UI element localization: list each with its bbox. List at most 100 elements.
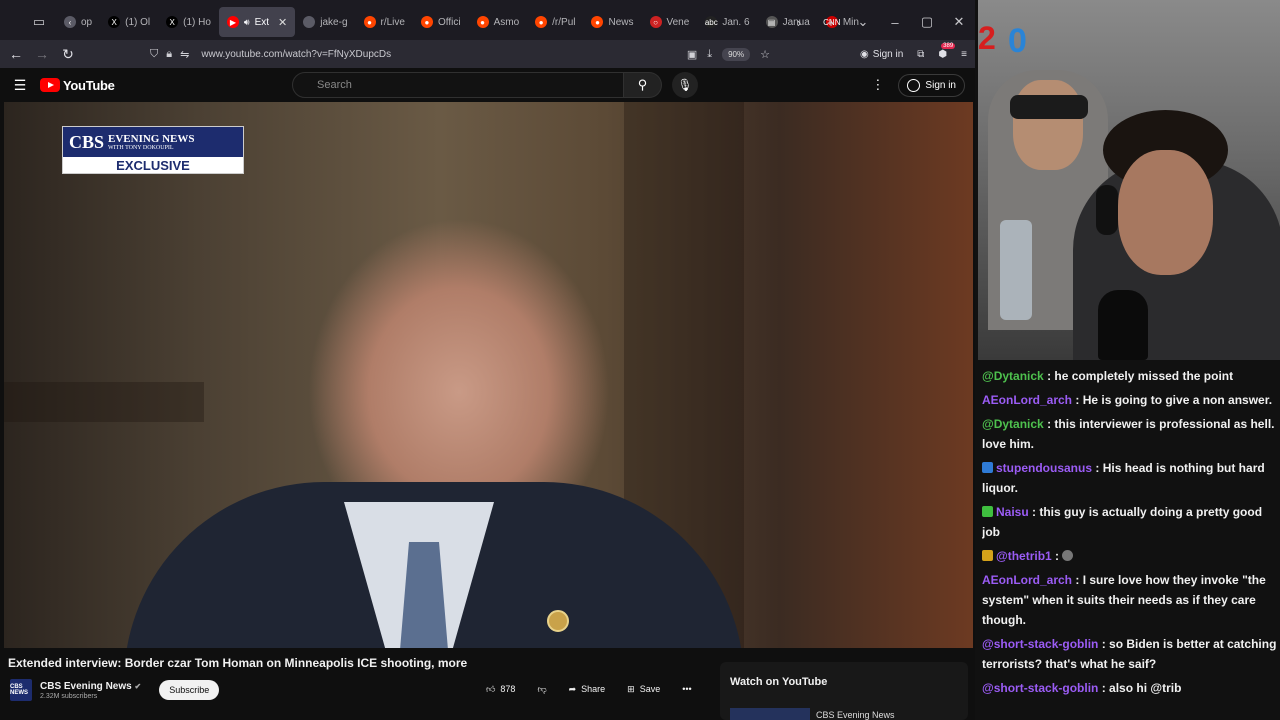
chat-username[interactable]: @thetrib1 (996, 549, 1052, 563)
cbs-exclusive-label: EXCLUSIVE (116, 158, 190, 173)
extensions-icon[interactable]: ⧉ (917, 49, 924, 60)
channel-name-text: CBS Evening News (40, 680, 132, 692)
browser-tab[interactable]: X (1) Ho (158, 7, 219, 37)
youtube-signin-button[interactable]: Sign in (898, 73, 965, 97)
close-window-icon[interactable]: ✕ (943, 14, 975, 30)
tab-favicon-icon: abc (704, 16, 718, 28)
chat-username[interactable]: @short-stack-goblin (982, 637, 1098, 651)
browser-tab[interactable]: ‹ op (56, 7, 100, 37)
bookmark-star-icon[interactable]: ☆ (760, 48, 770, 61)
browser-tab[interactable]: ● News (583, 7, 641, 37)
search-input[interactable] (292, 72, 624, 98)
chat-message: @Dytanick : he completely missed the poi… (982, 366, 1280, 386)
maximize-icon[interactable]: ▢ (911, 14, 943, 30)
permissions-icon[interactable]: ⇋ (180, 48, 189, 61)
channel-row: CBS NEWS CBS Evening News ✔ 2.32M subscr… (10, 678, 220, 702)
app-menu-icon[interactable]: ≡ (961, 49, 967, 60)
chat-username[interactable]: stupendousanus (996, 461, 1092, 475)
tab-close-icon[interactable]: ✕ (278, 16, 287, 29)
settings-menu-icon[interactable]: ⋮ (871, 77, 884, 93)
tab-label: op (81, 16, 93, 28)
tab-favicon-icon: ▤ (765, 16, 778, 28)
chat-separator: : (1028, 505, 1040, 519)
browser-tab[interactable]: ○ Vene (642, 7, 698, 37)
watch-on-youtube-panel[interactable]: Watch on YouTube CBS Evening News (720, 662, 968, 720)
cbs-brand: CBS (69, 131, 105, 152)
shield-icon[interactable]: ⛉ (150, 48, 158, 61)
save-button[interactable]: ⊞ Save (621, 678, 666, 700)
channel-name[interactable]: CBS Evening News ✔ (40, 681, 141, 692)
tab-overview-icon[interactable]: ▭ (28, 11, 50, 33)
guide-menu-icon[interactable]: ☰ (0, 77, 40, 94)
new-tab-icon[interactable]: + (815, 15, 847, 30)
youtube-logo[interactable]: YouTube (40, 78, 115, 93)
chat-username[interactable]: AEonLord_arch (982, 573, 1072, 587)
chat-separator: : (1092, 461, 1103, 475)
browser-tab[interactable]: ● Offici (413, 7, 469, 37)
reload-icon[interactable]: ↻ (55, 46, 81, 63)
tab-list-icon[interactable]: ⌄ (847, 14, 879, 30)
chat-username[interactable]: @Dytanick (982, 417, 1044, 431)
address-bar-actions: ▣ ⤓ 90% ☆ (687, 42, 770, 66)
search-button[interactable]: ⚲ (624, 72, 662, 98)
chat-username[interactable]: AEonLord_arch (982, 393, 1072, 407)
subscribe-button[interactable]: Subscribe (159, 680, 220, 700)
video-player[interactable]: CBS EVENING NEWS WITH TONY DOKOUPIL EXCL… (4, 102, 973, 648)
extension-badge-icon[interactable]: ⬢ 389 (938, 42, 956, 60)
browser-tab[interactable]: ● Asmo (469, 7, 528, 37)
tab-favicon-icon: ● (363, 16, 376, 28)
browser-tab[interactable]: jake-g (295, 7, 355, 37)
zoom-level[interactable]: 90% (722, 47, 751, 61)
picture-in-picture-icon[interactable]: ▣ (687, 48, 697, 61)
navigation-bar: ← → ↻ ⛉ 🔒︎ ⇋ www.youtube.com/watch?v=FfN… (0, 40, 975, 68)
voice-search-button[interactable]: 🎙︎ (672, 72, 698, 98)
browser-signin-button[interactable]: ◉ Sign in (860, 49, 903, 60)
watch-item-title[interactable]: CBS Evening News (816, 710, 895, 720)
dislike-button[interactable]: 👎︎ (531, 678, 552, 700)
minimize-icon[interactable]: – (879, 15, 911, 30)
url-text[interactable]: www.youtube.com/watch?v=FfNyXDupcDs (201, 49, 391, 60)
share-button[interactable]: ➦ Share (563, 678, 612, 700)
chat-separator: : (1072, 393, 1083, 407)
tabs-scroll-right-icon[interactable]: › (783, 15, 815, 30)
search-box: ⚲ (292, 72, 662, 98)
chat-separator: : (1098, 637, 1110, 651)
chat-username[interactable]: @Dytanick (982, 369, 1044, 383)
cbs-overlay-top: CBS EVENING NEWS WITH TONY DOKOUPIL (63, 127, 243, 157)
browser-tab[interactable]: ● /r/Pul (527, 7, 583, 37)
chat-text: he completely missed the point (1054, 369, 1234, 383)
tab-label: Offici (437, 16, 461, 28)
cam-goggles (1010, 95, 1088, 119)
youtube-header-right: ⋮ Sign in (871, 72, 965, 98)
lock-icon[interactable]: 🔒︎ (166, 48, 172, 61)
watch-thumbnail[interactable] (730, 708, 810, 720)
tab-strip: ‹ op X (1) Ol X (1) Ho ▶ 🔊︎ Ext ✕ jake-g ● r/Live ● Of… (56, 0, 867, 44)
chat-message: @short-stack-goblin : also hi @trib (982, 678, 1280, 698)
chat-separator: : (1043, 417, 1055, 431)
browser-tab[interactable]: ▶ 🔊︎ Ext ✕ (218, 7, 296, 37)
chat-username[interactable]: @short-stack-goblin (982, 681, 1098, 695)
chat-username[interactable]: Naisu (996, 505, 1029, 519)
more-icon: ••• (682, 684, 692, 694)
tab-favicon-icon: ○ (649, 16, 662, 28)
tab-audio-icon[interactable]: 🔊︎ (244, 17, 250, 28)
tab-favicon-icon: ● (591, 16, 604, 28)
more-actions-button[interactable]: ••• (676, 678, 697, 700)
channel-avatar[interactable]: CBS NEWS (10, 679, 32, 701)
tab-label: (1) Ol (125, 16, 151, 28)
cam-face-front (1118, 150, 1213, 275)
address-bar[interactable]: ⛉ 🔒︎ ⇋ www.youtube.com/watch?v=FfNyXDupc… (150, 42, 770, 66)
browser-tab[interactable]: X (1) Ol (100, 7, 158, 37)
browser-tab[interactable]: abc Jan. 6 (697, 7, 757, 37)
thumbs-down-icon: 👎︎ (537, 683, 547, 694)
browser-tab[interactable]: ● r/Live (356, 7, 413, 37)
back-icon[interactable]: ← (3, 46, 29, 62)
tab-label: Jan. 6 (722, 16, 750, 28)
stream-badge-blue: 0 (1008, 22, 1027, 60)
like-button[interactable]: 👍︎ 878 (480, 678, 521, 700)
cbs-line1: EVENING NEWS (108, 132, 195, 145)
tab-favicon-icon: ▶ (226, 16, 239, 28)
forward-icon[interactable]: → (29, 46, 55, 62)
chat-message: AEonLord_arch : I sure love how they inv… (982, 570, 1280, 630)
save-page-icon[interactable]: ⤓ (707, 48, 712, 61)
